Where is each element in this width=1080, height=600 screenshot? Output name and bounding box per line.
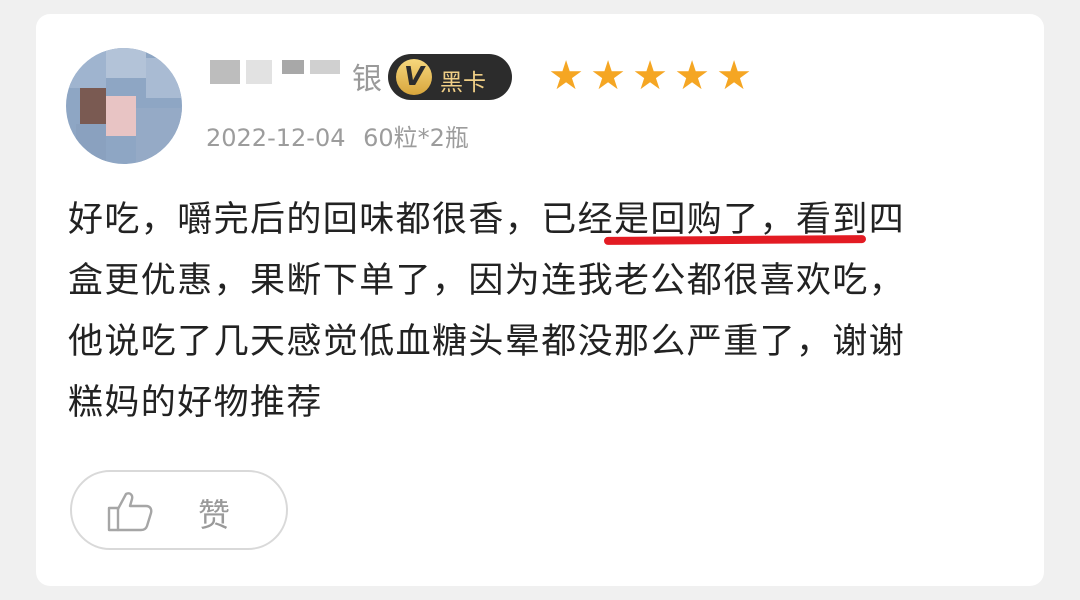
thumbs-up-icon	[107, 492, 153, 532]
blurred-name-block	[210, 60, 240, 84]
review-text-line: 好吃，嚼完后的回味都很香，已经是回购了，看到四	[68, 200, 906, 240]
review-text-line: 盒更优惠，果断下单了，因为连我老公都很喜欢吃，	[68, 261, 906, 301]
username-visible-char: 银	[352, 62, 382, 97]
star-icon: ★	[716, 53, 752, 99]
blurred-name-block	[282, 60, 304, 74]
star-icon: ★	[632, 53, 668, 99]
star-icon: ★	[548, 53, 584, 99]
v-vip-icon: V	[396, 59, 432, 95]
like-button[interactable]: 赞	[70, 470, 288, 550]
vip-badge: V 黑卡	[388, 54, 512, 100]
avatar[interactable]	[66, 48, 182, 164]
review-meta: 2022-12-04 60粒*2瓶	[206, 118, 469, 153]
vip-badge-label: 黑卡	[440, 70, 486, 96]
review-date: 2022-12-04	[206, 124, 346, 152]
review-text: 好吃，嚼完后的回味都很香，已经是回购了，看到四 盒更优惠，果断下单了，因为连我老…	[68, 190, 1028, 434]
star-icon: ★	[674, 53, 710, 99]
blurred-name-block	[310, 60, 340, 74]
username-blurred[interactable]: 银	[210, 52, 382, 97]
review-text-line: 糕妈的好物推荐	[68, 383, 323, 423]
blurred-name-block	[246, 60, 272, 84]
like-label: 赞	[198, 496, 231, 534]
review-text-line: 他说吃了几天感觉低血糖头晕都没那么严重了，谢谢	[68, 322, 906, 362]
product-spec: 60粒*2瓶	[363, 124, 469, 152]
star-icon: ★	[590, 53, 626, 99]
